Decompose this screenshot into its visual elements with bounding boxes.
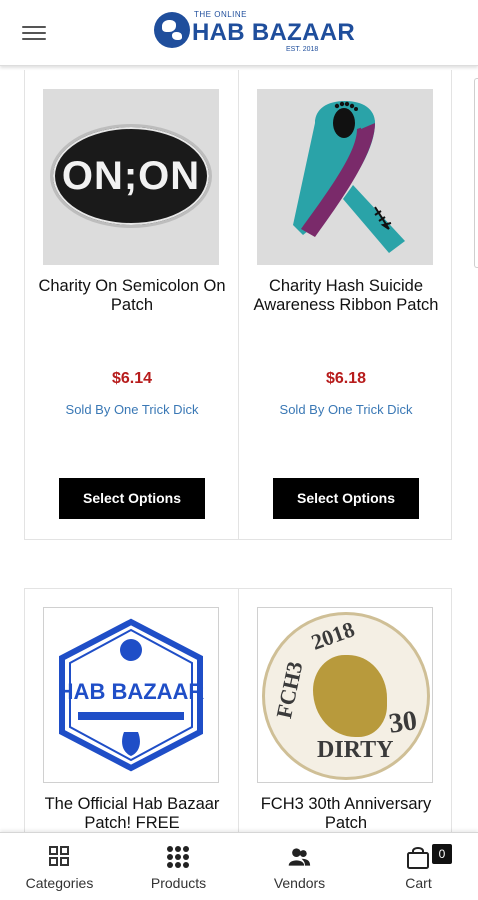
cart-count-badge: 0 [432, 844, 452, 864]
dots-grid-icon [166, 845, 190, 869]
bottom-navigation: Categories Products Vendors Cart [0, 832, 478, 900]
product-card[interactable]: 2018 FCH3 30 DIRTY FCH3 30th Anniversary… [239, 589, 453, 847]
users-icon [288, 848, 311, 866]
product-title[interactable]: The Official Hab Bazaar Patch! FREE [35, 795, 229, 833]
vendor-link[interactable]: Sold By One Trick Dick [239, 402, 453, 417]
select-options-button[interactable]: Select Options [59, 478, 205, 519]
product-row: HAB BAZAAR The Official Hab Bazaar Patch… [24, 588, 452, 848]
vendor-link[interactable]: Sold By One Trick Dick [25, 402, 239, 417]
product-image[interactable]: ON;ON [43, 89, 219, 265]
onon-patch-graphic: ON;ON [50, 124, 212, 228]
product-image[interactable]: HAB BAZAAR [43, 607, 219, 783]
nav-cart[interactable]: Cart [359, 833, 478, 900]
globe-icon [154, 12, 190, 48]
product-card[interactable]: HAB BAZAAR The Official Hab Bazaar Patch… [25, 589, 239, 847]
svg-text:HAB BAZAAR: HAB BAZAAR [58, 679, 205, 704]
nav-label: Cart [405, 875, 432, 891]
product-image[interactable]: 2018 FCH3 30 DIRTY [257, 607, 433, 783]
product-price: $6.18 [325, 370, 367, 387]
site-logo[interactable]: THE ONLINE HAB BAZAAR EST. 2018 [154, 8, 355, 56]
hab-bazaar-badge-graphic: HAB BAZAAR [58, 618, 205, 772]
product-image[interactable] [257, 89, 433, 265]
product-row: ON;ON Charity On Semicolon On Patch $6.1… [24, 70, 452, 540]
fch3-pin-graphic: 2018 FCH3 30 DIRTY [262, 612, 430, 780]
hamburger-menu-icon[interactable] [22, 22, 46, 44]
nav-label: Categories [25, 875, 94, 891]
app-header: THE ONLINE HAB BAZAAR EST. 2018 [0, 0, 478, 66]
product-card[interactable]: ON;ON Charity On Semicolon On Patch $6.1… [25, 70, 239, 539]
nav-products[interactable]: Products [119, 833, 238, 900]
logo-tagline: THE ONLINE [194, 10, 248, 19]
grid-icon [47, 845, 71, 869]
awareness-ribbon-graphic [293, 101, 405, 253]
product-card[interactable]: Charity Hash Suicide Awareness Ribbon Pa… [239, 70, 453, 539]
nav-categories[interactable]: Categories [0, 833, 119, 900]
scroll-edge-indicator [474, 78, 478, 268]
product-title[interactable]: Charity Hash Suicide Awareness Ribbon Pa… [249, 277, 443, 315]
product-title[interactable]: FCH3 30th Anniversary Patch [249, 795, 443, 833]
nav-label: Vendors [273, 875, 326, 891]
select-options-button[interactable]: Select Options [273, 478, 419, 519]
product-title[interactable]: Charity On Semicolon On Patch [35, 277, 229, 315]
logo-est: EST. 2018 [286, 46, 319, 53]
nav-vendors[interactable]: Vendors [240, 833, 359, 900]
logo-title: HAB BAZAAR [192, 19, 355, 46]
shopping-bag-icon [407, 847, 429, 869]
nav-label: Products [150, 875, 207, 891]
product-price: $6.14 [111, 370, 153, 387]
